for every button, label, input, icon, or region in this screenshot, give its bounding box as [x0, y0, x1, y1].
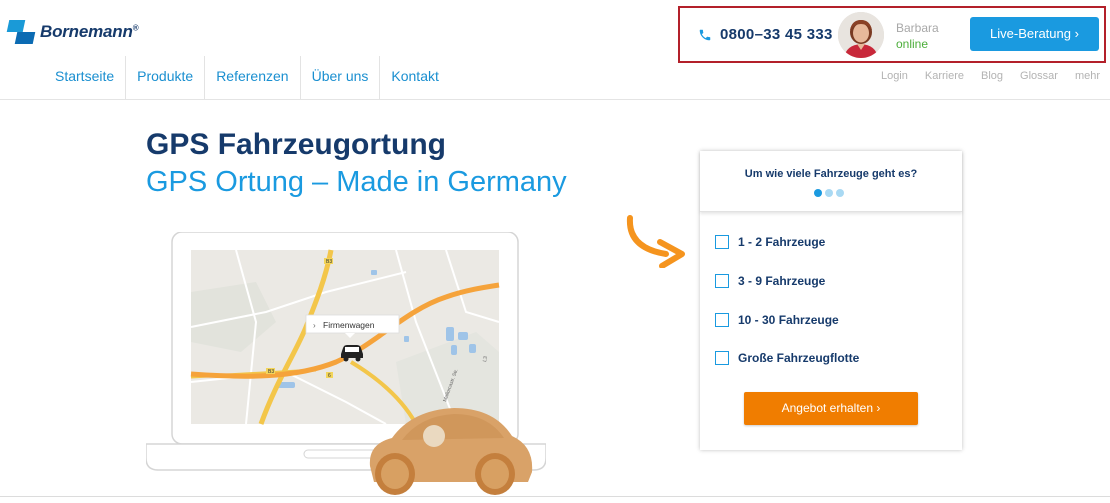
nav-item-referenzen[interactable]: Referenzen	[205, 56, 301, 99]
nav-item-ueber-uns[interactable]: Über uns	[301, 56, 381, 99]
checkbox[interactable]	[715, 351, 729, 365]
get-offer-button[interactable]: Angebot erhalten ›	[744, 392, 918, 425]
subnav-glossar[interactable]: Glossar	[1020, 70, 1058, 82]
logo-mark-icon	[6, 18, 36, 44]
page-title: GPS Fahrzeugortung	[146, 128, 446, 161]
agent-status: online	[896, 37, 929, 51]
avatar	[838, 12, 884, 58]
subnav-karriere[interactable]: Karriere	[925, 70, 964, 82]
step-indicator	[814, 189, 844, 197]
svg-text:Firmenwagen: Firmenwagen	[323, 320, 375, 330]
nav-item-produkte[interactable]: Produkte	[126, 56, 206, 99]
page-subtitle: GPS Ortung – Made in Germany	[146, 166, 567, 198]
bottom-divider	[0, 496, 1110, 497]
nav-item-startseite[interactable]: Startseite	[44, 56, 127, 99]
subnav-blog[interactable]: Blog	[981, 70, 1003, 82]
checkbox[interactable]	[715, 274, 729, 288]
svg-text:›: ›	[313, 321, 316, 330]
contact-box: 0800–33 45 333 Barbara online Live-Berat…	[678, 6, 1106, 63]
option-3-9[interactable]: 3 - 9 Fahrzeuge	[715, 274, 825, 288]
svg-text:6: 6	[328, 373, 331, 379]
step-dot	[836, 189, 844, 197]
checkbox[interactable]	[715, 313, 729, 327]
nav-item-kontakt[interactable]: Kontakt	[380, 56, 449, 99]
secondary-nav: Login Karriere Blog Glossar mehr	[881, 70, 1100, 82]
vehicle-count-form: Um wie viele Fahrzeuge geht es? 1 - 2 Fa…	[700, 151, 962, 450]
option-label: 1 - 2 Fahrzeuge	[738, 235, 826, 249]
checkbox[interactable]	[715, 235, 729, 249]
subnav-mehr[interactable]: mehr	[1075, 70, 1100, 82]
option-label: Große Fahrzeugflotte	[738, 351, 860, 365]
brand-name: Bornemann®	[40, 22, 139, 41]
svg-text:B3: B3	[268, 369, 274, 375]
subnav-login[interactable]: Login	[881, 70, 908, 82]
phone-number[interactable]: 0800–33 45 333	[720, 26, 833, 43]
form-header: Um wie viele Fahrzeuge geht es?	[700, 151, 962, 212]
step-dot	[814, 189, 822, 197]
orange-arrow-icon	[626, 215, 685, 268]
live-beratung-button[interactable]: Live-Beratung ›	[970, 17, 1099, 51]
header-divider	[0, 99, 1110, 100]
main-nav: Startseite Produkte Referenzen Über uns …	[44, 56, 450, 99]
page: Bornemann® Startseite Produkte Referenze…	[0, 0, 1110, 503]
step-dot	[825, 189, 833, 197]
svg-text:B3: B3	[326, 259, 332, 265]
option-label: 3 - 9 Fahrzeuge	[738, 274, 826, 288]
wooden-toy-car-image	[369, 408, 533, 495]
phone-icon	[699, 29, 711, 41]
map-view: B3 B3 6 Mallorcastr. Str. L3 › Firmenwag…	[190, 249, 500, 425]
agent-name: Barbara	[896, 21, 939, 35]
option-large-fleet[interactable]: Große Fahrzeugflotte	[715, 351, 859, 365]
option-10-30[interactable]: 10 - 30 Fahrzeuge	[715, 313, 839, 327]
option-1-2[interactable]: 1 - 2 Fahrzeuge	[715, 235, 825, 249]
option-label: 10 - 30 Fahrzeuge	[738, 313, 839, 327]
brand-logo[interactable]: Bornemann®	[6, 18, 139, 44]
form-question: Um wie viele Fahrzeuge geht es?	[744, 168, 918, 180]
